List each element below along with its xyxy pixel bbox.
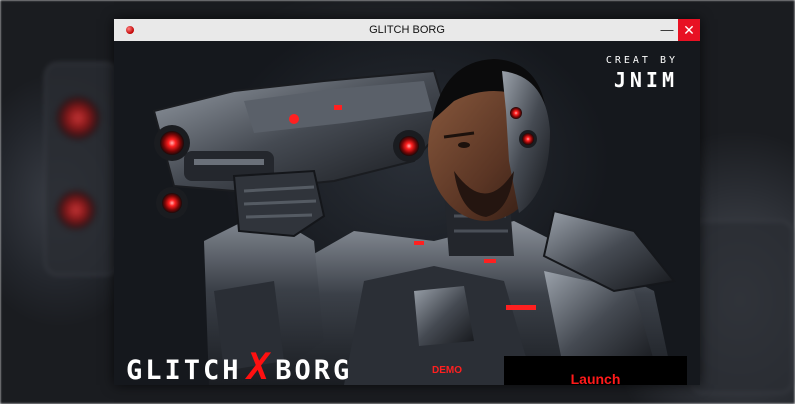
game-logo: GLITCH X BORG (126, 347, 352, 385)
minimize-button[interactable]: — (656, 19, 678, 41)
background-armor-plate (690, 220, 794, 394)
background-armor-plate (44, 62, 120, 276)
launch-button[interactable]: Launch (504, 356, 687, 385)
logo-word-borg: BORG (275, 355, 353, 385)
author-credit: CREAT BY JNIM (606, 55, 678, 92)
credit-author: JNIM (613, 68, 678, 92)
title-bar[interactable]: GLITCH BORG — ✕ (114, 19, 700, 42)
cyborg-artwork: CREAT BY JNIM GLITCH X BORG DEMO Launch (114, 41, 700, 385)
app-window: GLITCH BORG — ✕ CREAT BY JNIM GLITCH X B… (114, 19, 700, 385)
logo-word-glitch: GLITCH (126, 355, 242, 385)
close-button[interactable]: ✕ (678, 19, 700, 41)
logo-demo-tag: DEMO (432, 365, 462, 376)
logo-x: X (247, 347, 270, 385)
background-red-light (56, 190, 96, 230)
cyborg-illustration (152, 59, 676, 385)
window-title: GLITCH BORG (369, 24, 445, 36)
credit-label: CREAT BY (605, 55, 678, 66)
background-red-light (56, 96, 100, 140)
